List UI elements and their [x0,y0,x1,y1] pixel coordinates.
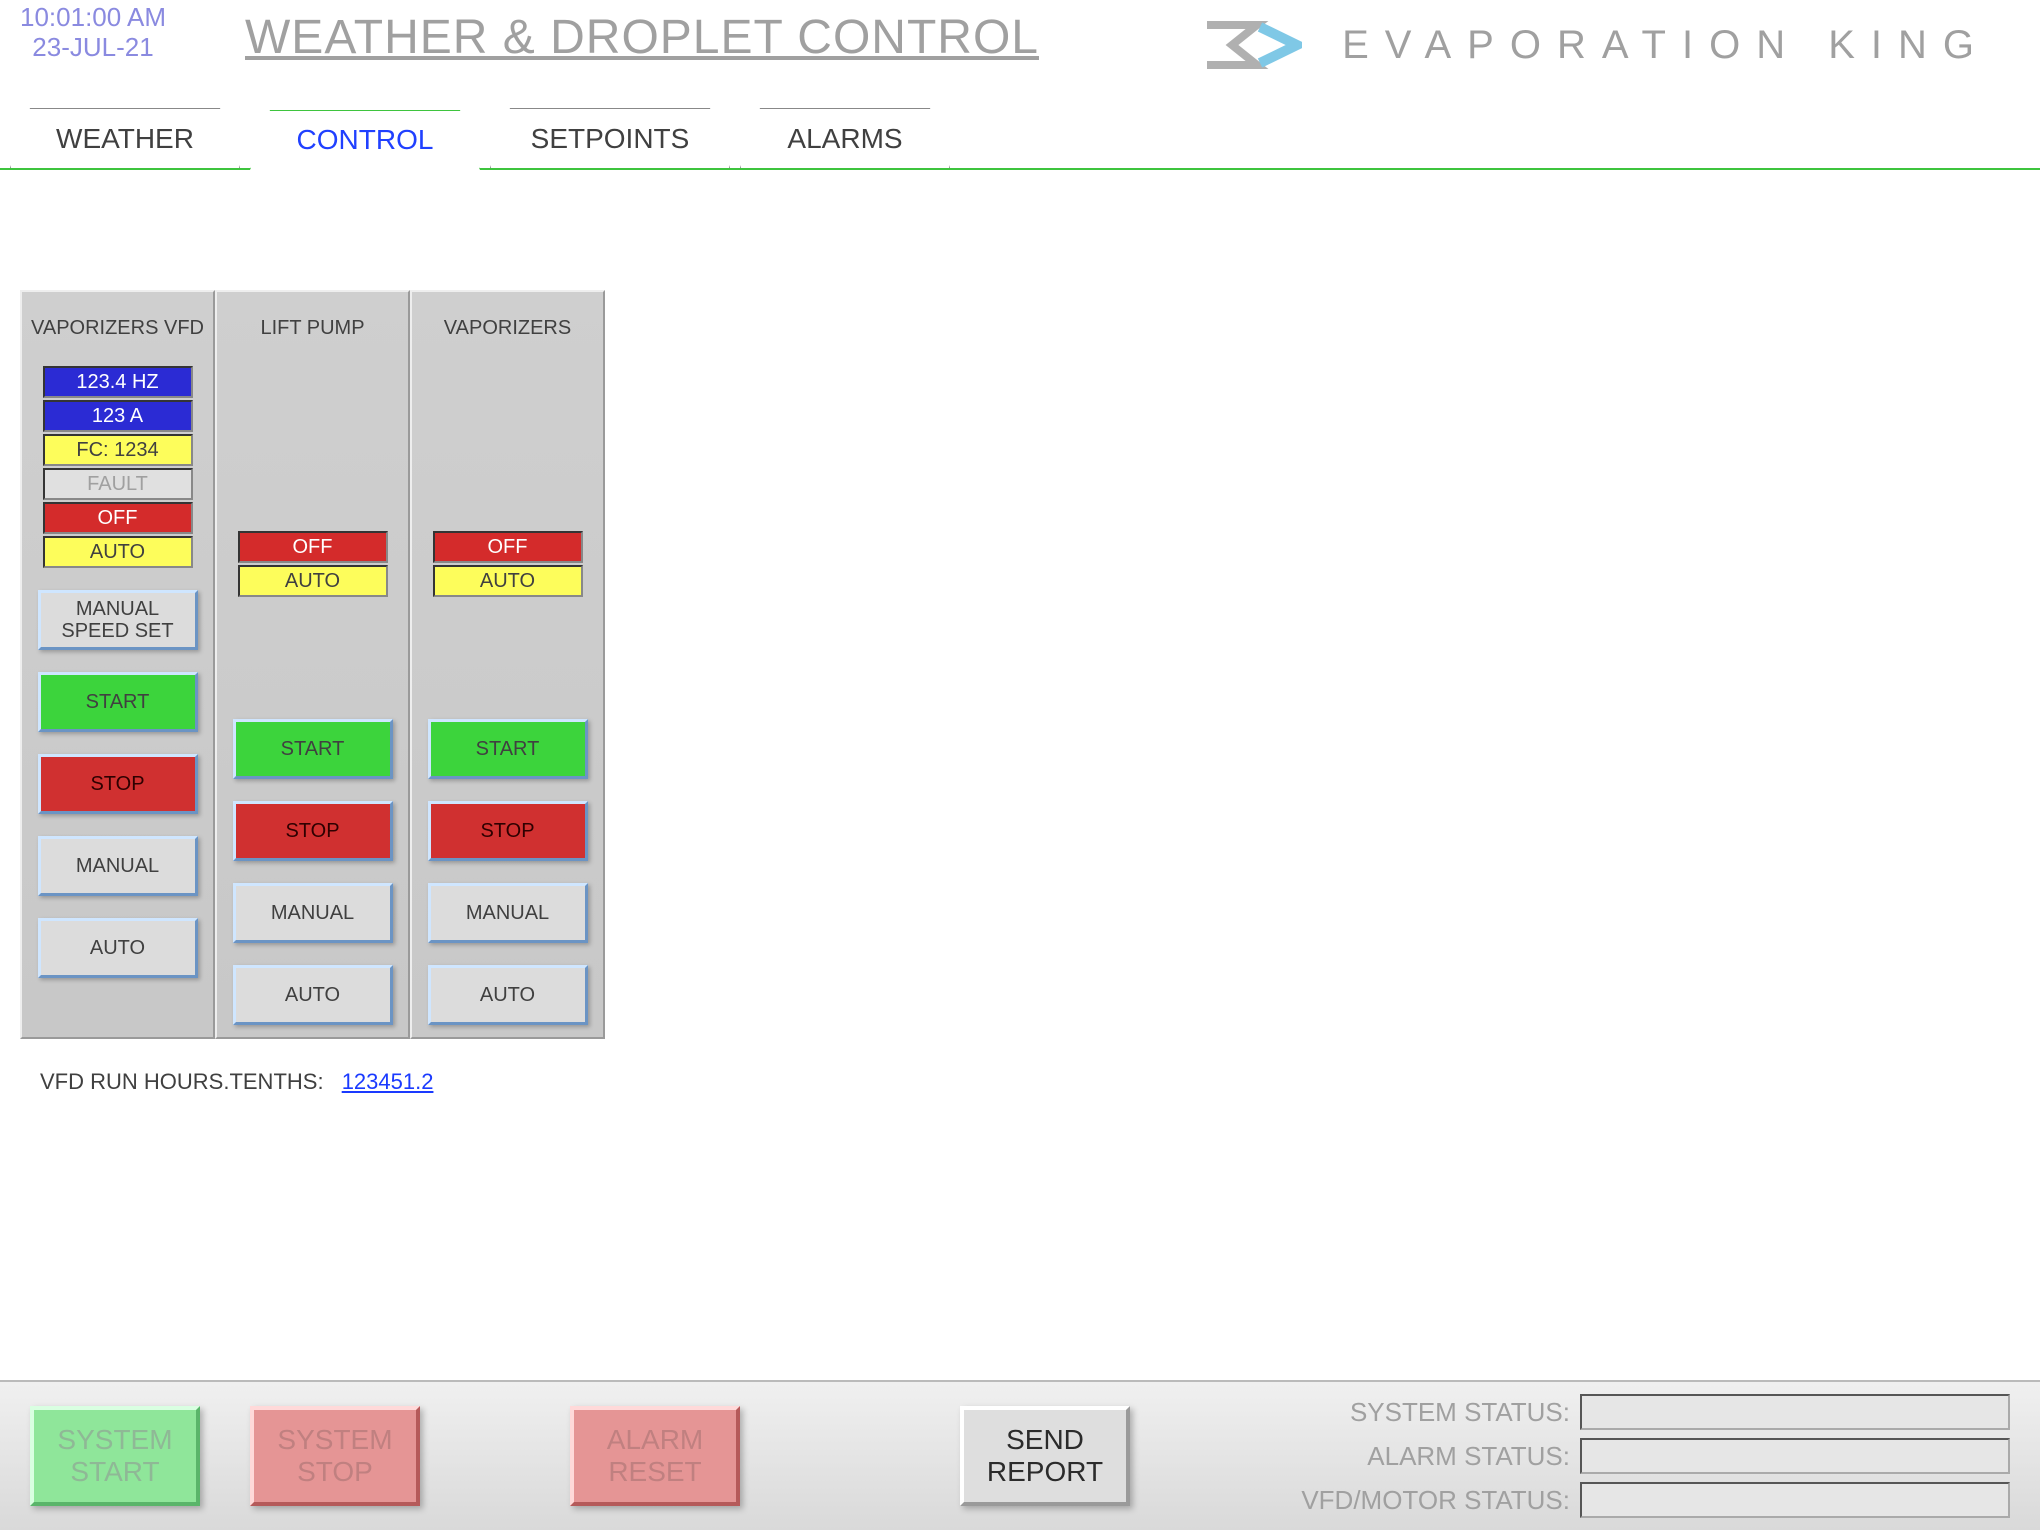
system-status-label: SYSTEM STATUS: [1350,1397,1570,1428]
time-text: 10:01:00 AM [20,2,166,32]
vfd-state-indicator: OFF [43,502,193,534]
header: 10:01:00 AM 23-JUL-21 WEATHER & DROPLET … [0,0,2040,80]
vfd-hz-indicator: 123.4 HZ [43,366,193,398]
datetime: 10:01:00 AM 23-JUL-21 [20,2,166,62]
tab-setpoints-label: SETPOINTS [531,123,690,155]
panel-vfd-title: VAPORIZERS VFD [31,300,204,356]
vfd-status-field [1580,1482,2010,1518]
tab-row: WEATHER CONTROL SETPOINTS ALARMS [0,100,2040,170]
run-hours-label: VFD RUN HOURS.TENTHS: [40,1069,324,1094]
vfd-indicator-stack: 123.4 HZ 123 A FC: 1234 FAULT OFF AUTO [43,366,193,568]
panel-lift-pump: LIFT PUMP OFF AUTO START STOP MANUAL AUT… [215,290,410,1039]
vfd-stop-button[interactable]: STOP [38,754,198,814]
vfd-manual-speed-button[interactable]: MANUAL SPEED SET [38,590,198,650]
vfd-manual-button[interactable]: MANUAL [38,836,198,896]
tab-setpoints[interactable]: SETPOINTS [490,108,730,168]
vap-manual-button[interactable]: MANUAL [428,883,588,943]
vfd-start-button[interactable]: START [38,672,198,732]
lift-manual-button[interactable]: MANUAL [233,883,393,943]
vfd-auto-button[interactable]: AUTO [38,918,198,978]
lift-indicator-stack: OFF AUTO [238,531,388,597]
vap-state-indicator: OFF [433,531,583,563]
date-text: 23-JUL-21 [20,32,166,62]
vfd-fault-indicator: FAULT [43,468,193,500]
alarm-reset-button[interactable]: ALARM RESET [570,1406,740,1506]
lift-auto-button[interactable]: AUTO [233,965,393,1025]
tab-weather-label: WEATHER [56,123,194,155]
vap-mode-indicator: AUTO [433,565,583,597]
lift-state-indicator: OFF [238,531,388,563]
footer-bar: SYSTEM START SYSTEM STOP ALARM RESET SEN… [0,1380,2040,1530]
brand-logo-icon [1202,15,1302,75]
lift-mode-indicator: AUTO [238,565,388,597]
vap-start-button[interactable]: START [428,719,588,779]
vap-auto-button[interactable]: AUTO [428,965,588,1025]
lift-stop-button[interactable]: STOP [233,801,393,861]
panel-vfd: VAPORIZERS VFD 123.4 HZ 123 A FC: 1234 F… [20,290,215,1039]
vfd-status-label: VFD/MOTOR STATUS: [1301,1485,1570,1516]
vap-stop-button[interactable]: STOP [428,801,588,861]
panel-lift-title: LIFT PUMP [260,300,364,356]
page-title: WEATHER & DROPLET CONTROL [245,10,1039,65]
tab-control[interactable]: CONTROL [250,110,480,170]
alarm-status-field [1580,1438,2010,1474]
brand: EVAPORATION KING [1202,15,1990,75]
vap-indicator-stack: OFF AUTO [433,531,583,597]
run-hours-row: VFD RUN HOURS.TENTHS: 123451.2 [40,1069,2040,1095]
vfd-mode-indicator: AUTO [43,536,193,568]
brand-name: EVAPORATION KING [1342,23,1990,68]
panel-vaporizers: VAPORIZERS OFF AUTO START STOP MANUAL AU… [410,290,605,1039]
tab-control-label: CONTROL [297,124,434,156]
tab-alarms-label: ALARMS [787,123,902,155]
system-status-field [1580,1394,2010,1430]
system-stop-button[interactable]: SYSTEM STOP [250,1406,420,1506]
panel-vap-title: VAPORIZERS [444,300,571,356]
send-report-button[interactable]: SEND REPORT [960,1406,1130,1506]
vfd-fc-indicator: FC: 1234 [43,434,193,466]
panel-container: VAPORIZERS VFD 123.4 HZ 123 A FC: 1234 F… [20,290,2040,1039]
lift-start-button[interactable]: START [233,719,393,779]
alarm-status-label: ALARM STATUS: [1367,1441,1570,1472]
tab-alarms[interactable]: ALARMS [740,108,950,168]
system-start-button[interactable]: SYSTEM START [30,1406,200,1506]
status-block: SYSTEM STATUS: ALARM STATUS: VFD/MOTOR S… [1301,1394,2010,1518]
vfd-amps-indicator: 123 A [43,400,193,432]
tab-weather[interactable]: WEATHER [10,108,240,168]
run-hours-value-link[interactable]: 123451.2 [342,1069,434,1094]
